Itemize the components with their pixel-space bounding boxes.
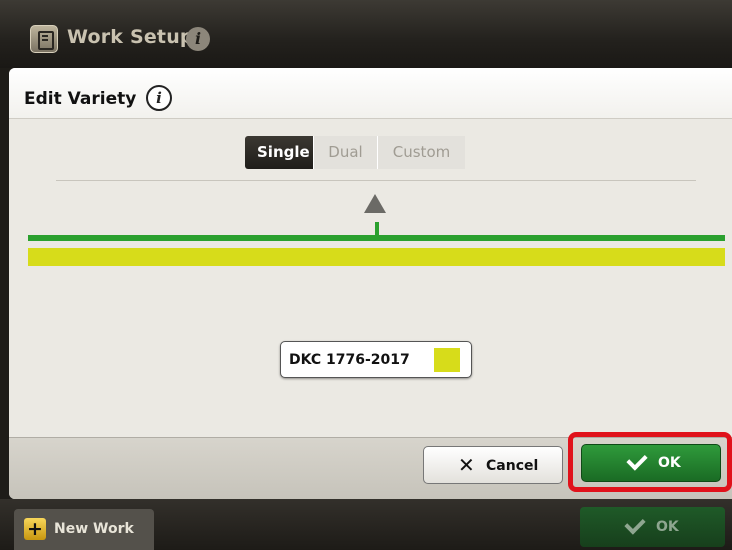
ok-button[interactable]: OK [581, 444, 721, 482]
check-icon [626, 449, 648, 471]
variety-color-swatch [434, 348, 460, 372]
variety-band[interactable] [28, 248, 725, 266]
ok-label: OK [658, 455, 681, 471]
dialog-header: Edit Variety i [9, 68, 732, 119]
mode-single-tab[interactable]: Single [245, 136, 313, 169]
implement-line [28, 235, 725, 241]
variety-name: DKC 1776-2017 [289, 352, 410, 368]
cancel-button[interactable]: ✕ Cancel [423, 446, 563, 484]
mode-dual-tab[interactable]: Dual [313, 136, 377, 169]
bottom-bar: + New Work OK [0, 499, 732, 550]
mode-custom-tab[interactable]: Custom [377, 136, 465, 169]
app-title: Work Setup [67, 26, 194, 48]
info-icon[interactable]: i [146, 85, 172, 111]
bottom-ok-label: OK [656, 519, 679, 535]
new-work-label: New Work [54, 521, 134, 537]
edit-variety-dialog: Edit Variety i Single Dual Custom DKC 17… [9, 68, 732, 499]
bottom-ok-button[interactable]: OK [580, 507, 725, 547]
variety-selector-button[interactable]: DKC 1776-2017 [280, 341, 472, 378]
notebook-icon[interactable] [30, 25, 58, 53]
vehicle-arrow-icon [364, 194, 386, 213]
check-icon [624, 513, 646, 535]
new-work-button[interactable]: + New Work [14, 509, 154, 550]
info-icon[interactable]: i [186, 27, 210, 51]
close-icon: ✕ [458, 453, 475, 477]
top-bar: Work Setup i [0, 0, 732, 68]
divider [56, 180, 696, 181]
mode-selector: Single Dual Custom [245, 136, 465, 169]
center-tick [375, 222, 379, 236]
plus-icon: + [24, 518, 46, 540]
dialog-footer: ✕ Cancel OK [9, 432, 732, 499]
cancel-label: Cancel [486, 458, 539, 474]
dialog-title: Edit Variety [24, 89, 137, 109]
